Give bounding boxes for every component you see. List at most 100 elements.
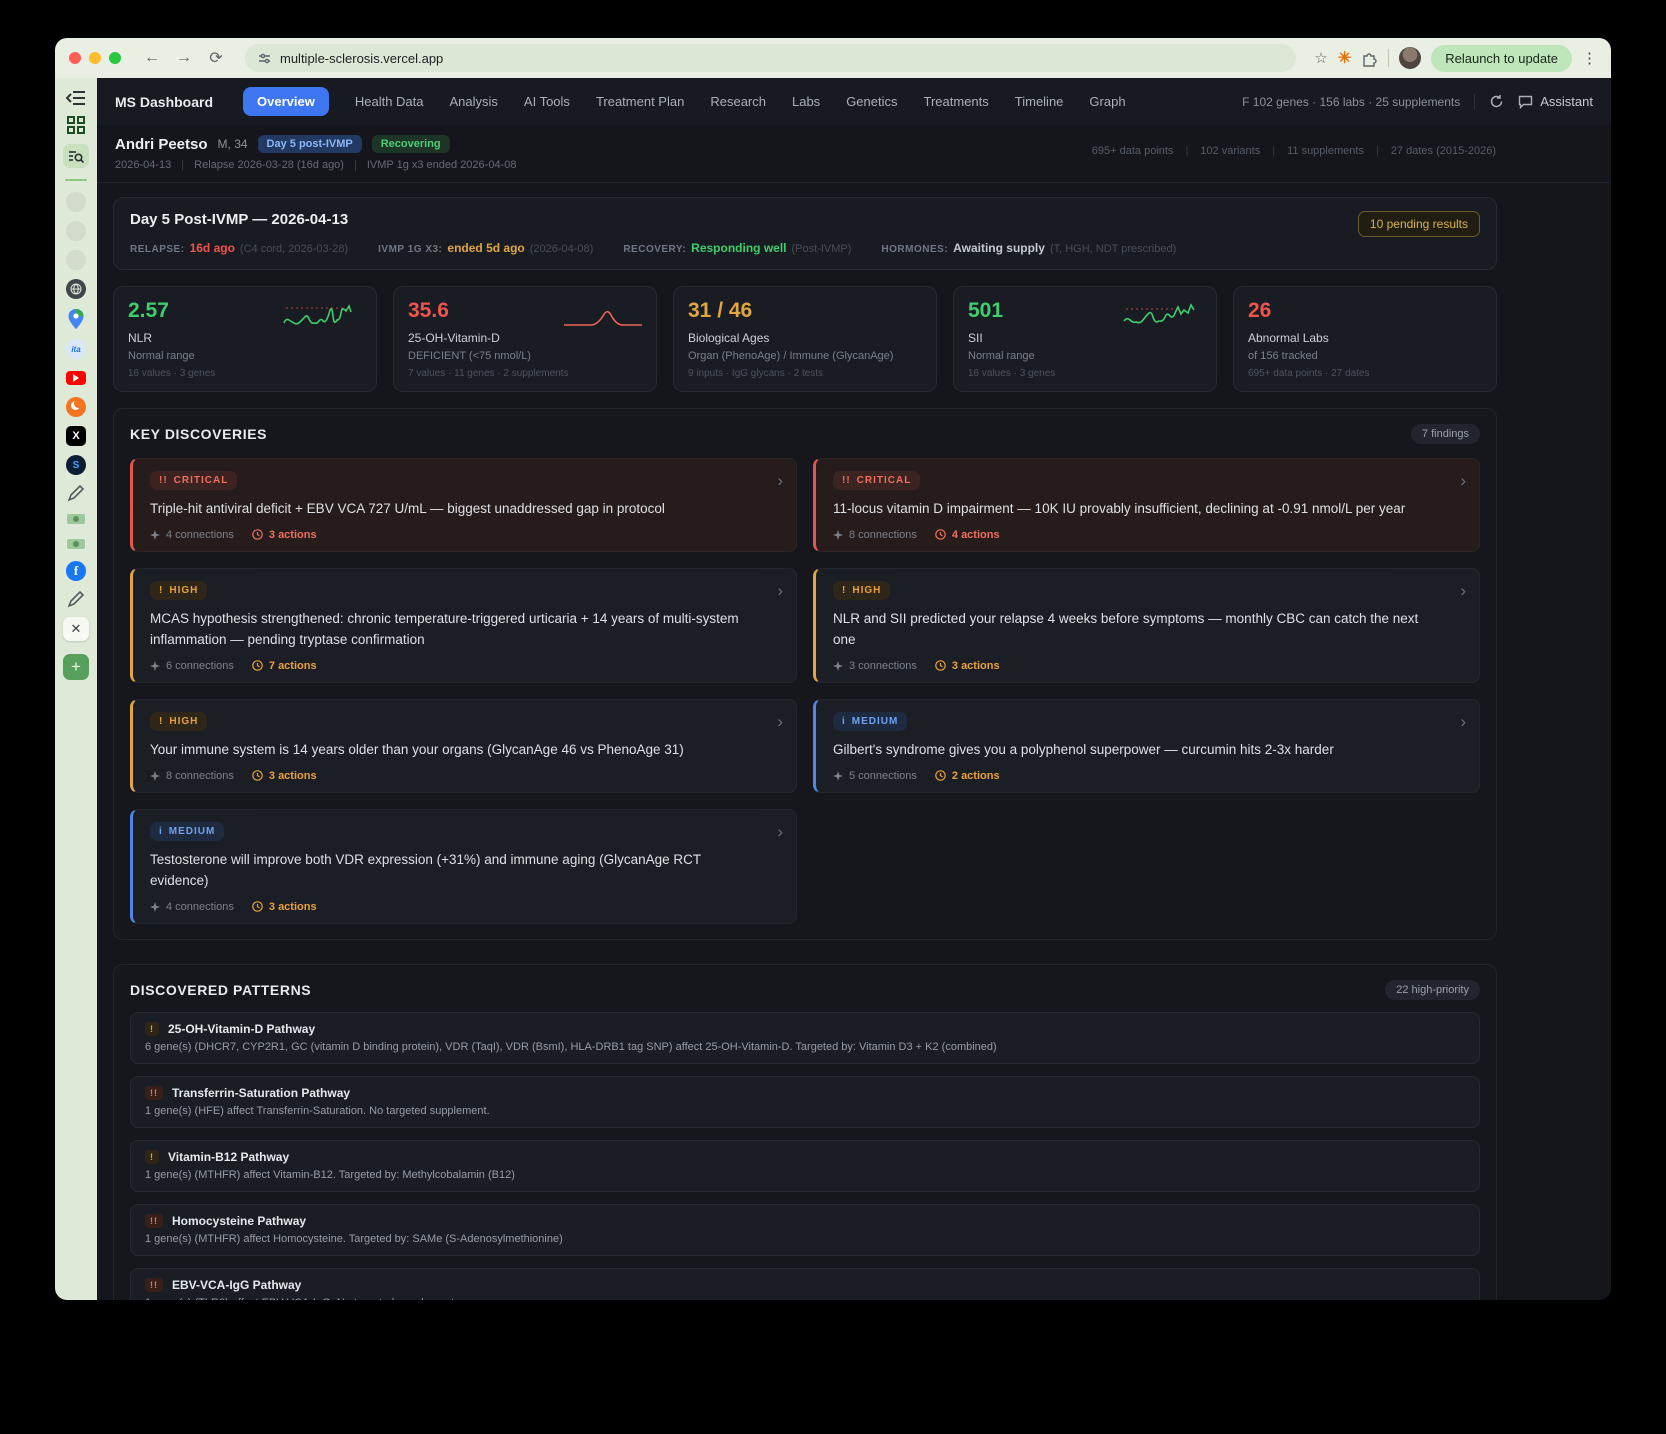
money-icon[interactable]: [66, 536, 86, 552]
close-window-icon[interactable]: [69, 52, 81, 64]
severity-chip: !!: [145, 1085, 163, 1100]
pattern-row[interactable]: !! Homocysteine Pathway 1 gene(s) (MTHFR)…: [130, 1203, 1480, 1256]
stat-card-vitamin-d[interactable]: 35.6 25-OH-Vitamin-D DEFICIENT (<75 nmol…: [393, 286, 657, 392]
sparkle-icon: [150, 660, 160, 671]
clock-icon: [252, 529, 263, 541]
sii-sparkline: [1123, 303, 1195, 324]
tab-timeline[interactable]: Timeline: [1015, 94, 1064, 109]
facebook-icon[interactable]: f: [66, 561, 86, 581]
app-brand: MS Dashboard: [115, 93, 214, 110]
discovery-card[interactable]: ! HIGH › MCAS hypothesis strengthened: ch…: [130, 567, 797, 683]
dark-s-app-icon[interactable]: S: [66, 455, 86, 475]
panel-toggle-icon[interactable]: [66, 90, 86, 106]
key-discoveries-title: KEY DISCOVERIES: [130, 426, 268, 442]
tab-overview[interactable]: Overview: [243, 87, 329, 116]
stat-card-nlr[interactable]: 2.57 NLR Normal range 16 values · 3 gene…: [113, 286, 377, 392]
pattern-row[interactable]: !!EBV-VCA-IgG Pathway 1 gene(s) (TLR3) a…: [130, 1267, 1480, 1300]
minimize-window-icon[interactable]: [89, 52, 101, 64]
pen-icon[interactable]: [67, 484, 85, 502]
bookmark-star-icon[interactable]: ☆: [1314, 49, 1327, 67]
discovery-card[interactable]: !! CRITICAL › 11-locus vitamin D impairme…: [813, 458, 1480, 552]
chevron-right-icon[interactable]: ›: [1460, 581, 1466, 601]
tab-placeholder-icon[interactable]: [66, 250, 86, 270]
crunchyroll-icon[interactable]: [66, 397, 86, 417]
new-tab-button[interactable]: +: [63, 654, 89, 680]
current-date: 2026-04-13: [115, 159, 172, 171]
clock-icon: [935, 529, 946, 541]
globe-icon[interactable]: [66, 279, 86, 299]
chevron-right-icon[interactable]: ›: [777, 712, 783, 732]
back-icon[interactable]: ←: [141, 49, 163, 67]
chevron-right-icon[interactable]: ›: [777, 822, 783, 842]
pattern-row[interactable]: ! 25-OH-Vitamin-D Pathway 6 gene(s) (DHCR…: [130, 1011, 1480, 1064]
ita-app-icon[interactable]: ita: [66, 339, 86, 359]
actions-label: 2 actions: [935, 770, 1000, 782]
pen-icon[interactable]: [67, 590, 85, 608]
chevron-right-icon[interactable]: ›: [1460, 712, 1466, 732]
tab-ai-tools[interactable]: AI Tools: [524, 94, 570, 109]
chevron-right-icon[interactable]: ›: [777, 581, 783, 601]
clock-icon: [252, 901, 263, 912]
clock-icon: [252, 660, 263, 672]
tab-treatments[interactable]: Treatments: [924, 94, 989, 109]
discovery-card[interactable]: i MEDIUM › Testosterone will improve both…: [130, 808, 797, 924]
discovery-card[interactable]: ! HIGH › NLR and SII predicted your relap…: [813, 567, 1480, 683]
vitamin-d-sparkline: [564, 310, 642, 326]
maps-pin-icon[interactable]: [67, 308, 85, 330]
tab-treatment-plan[interactable]: Treatment Plan: [596, 94, 684, 109]
chevron-right-icon[interactable]: ›: [1460, 471, 1466, 491]
browser-menu-icon[interactable]: ⋮: [1582, 49, 1597, 67]
main-content[interactable]: Day 5 Post-IVMP — 2026-04-13 10 pending …: [97, 183, 1611, 1300]
high-priority-badge: 22 high-priority: [1385, 979, 1480, 1000]
extensions-puzzle-icon[interactable]: [1361, 50, 1378, 67]
tab-labs[interactable]: Labs: [792, 94, 820, 109]
actions-label: 3 actions: [252, 901, 317, 913]
summary-item-hormones: HORMONES: Awaiting supply (T, HGH, NDT pre…: [881, 241, 1177, 255]
money-icon[interactable]: [66, 511, 86, 527]
relaunch-button[interactable]: Relaunch to update: [1431, 44, 1572, 72]
refresh-icon[interactable]: [1489, 94, 1504, 109]
stat-card-abnormal-labs[interactable]: 26 Abnormal Labs of 156 tracked 695+ dat…: [1233, 286, 1497, 392]
pending-results-button[interactable]: 10 pending results: [1357, 211, 1480, 237]
actions-label: 4 actions: [935, 529, 1000, 541]
search-panel-button[interactable]: [63, 144, 89, 168]
discovery-card[interactable]: ! HIGH › Your immune system is 14 years o…: [130, 698, 797, 793]
pattern-row[interactable]: ! Vitamin-B12 Pathway 1 gene(s) (MTHFR) a…: [130, 1139, 1480, 1192]
tab-placeholder-icon[interactable]: [66, 221, 86, 241]
dashboard-grid-icon[interactable]: [66, 115, 86, 135]
assistant-button[interactable]: Assistant: [1518, 94, 1593, 109]
chevron-right-icon[interactable]: ›: [777, 471, 783, 491]
site-info-icon[interactable]: [257, 51, 272, 66]
clock-icon: [252, 770, 263, 781]
severity-chip: !!: [145, 1213, 163, 1228]
tab-health-data[interactable]: Health Data: [355, 94, 424, 109]
profile-avatar[interactable]: [1399, 47, 1422, 69]
discovery-card[interactable]: i MEDIUM › Gilbert's syndrome gives you a…: [813, 698, 1480, 793]
discovery-card[interactable]: !! CRITICAL › Triple-hit antiviral defici…: [130, 458, 797, 552]
reload-icon[interactable]: ⟳: [205, 48, 227, 68]
pattern-row[interactable]: !! Transferrin-Saturation Pathway 1 gene(…: [130, 1075, 1480, 1128]
close-tab-button[interactable]: ✕: [63, 617, 89, 641]
app-nav: MS Dashboard Overview Health Data Analys…: [97, 78, 1611, 125]
patient-sex-age: M, 34: [217, 137, 248, 151]
stat-card-sii[interactable]: 501 SII Normal range 16 values · 3 genes: [953, 286, 1217, 392]
browser-window: ← → ⟳ multiple-sclerosis.vercel.app ☆ ✳ …: [55, 38, 1611, 1300]
x-twitter-icon[interactable]: X: [66, 426, 86, 446]
extension-asterisk-icon[interactable]: ✳: [1338, 48, 1351, 68]
summary-banner: Day 5 Post-IVMP — 2026-04-13 10 pending …: [113, 197, 1497, 270]
address-bar[interactable]: multiple-sclerosis.vercel.app: [245, 44, 1297, 72]
tab-research[interactable]: Research: [710, 94, 766, 109]
tab-analysis[interactable]: Analysis: [450, 94, 498, 109]
stat-card-biological-ages[interactable]: 31 / 46 Biological Ages Organ (PhenoAge)…: [673, 286, 937, 392]
patient-header: Andri Peetso M, 34 Day 5 post-IVMP Recov…: [97, 125, 1611, 183]
forward-icon[interactable]: →: [173, 49, 195, 67]
tab-placeholder-icon[interactable]: [66, 192, 86, 212]
tab-genetics[interactable]: Genetics: [846, 94, 897, 109]
severity-chip: !: [145, 1021, 159, 1036]
phase-badge: Day 5 post-IVMP: [257, 135, 362, 153]
maximize-window-icon[interactable]: [109, 52, 121, 64]
tab-graph[interactable]: Graph: [1089, 94, 1125, 109]
youtube-icon[interactable]: [66, 371, 86, 385]
summary-item-relapse: RELAPSE: 16d ago (C4 cord, 2026-03-28): [130, 241, 349, 255]
nav-stats-text: F 102 genes · 156 labs · 25 supplements: [1242, 94, 1461, 109]
